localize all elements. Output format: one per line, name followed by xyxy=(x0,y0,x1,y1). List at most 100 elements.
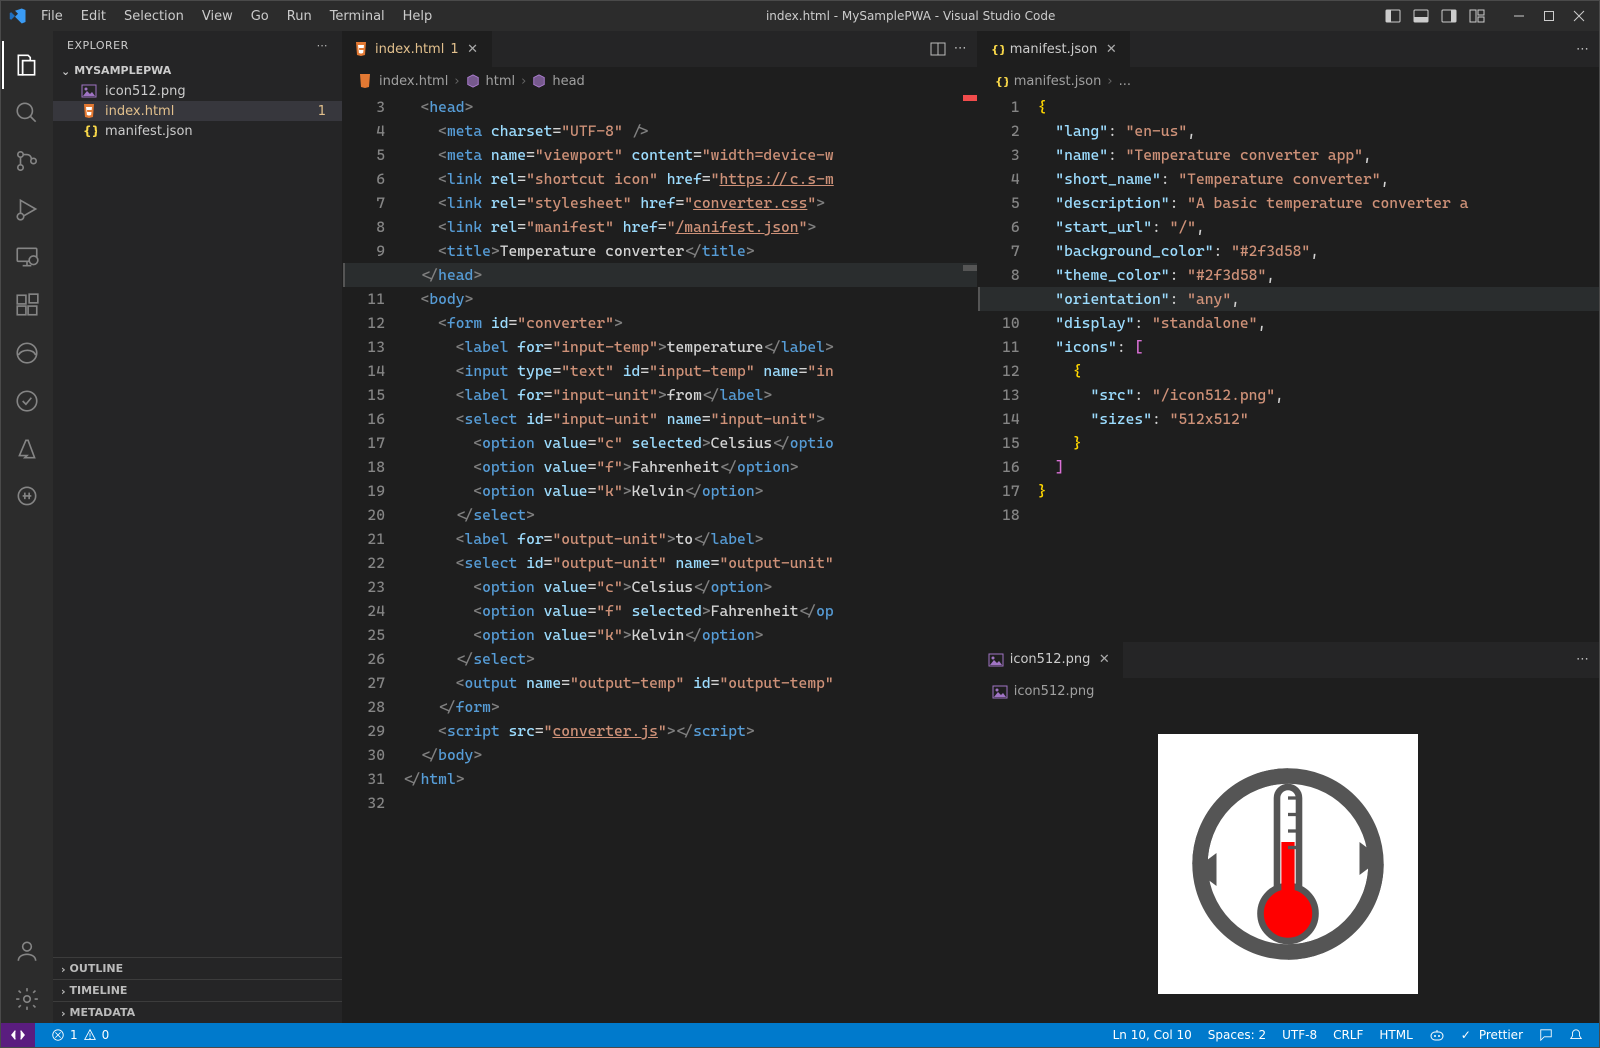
symbol-field-icon xyxy=(466,74,480,88)
close-tab-icon[interactable]: ✕ xyxy=(1103,41,1119,57)
json-file-icon: {} xyxy=(988,41,1004,57)
icon512-image xyxy=(1158,734,1418,994)
eol[interactable]: CRLF xyxy=(1325,1028,1371,1042)
tab-index-html[interactable]: index.html 1 ✕ xyxy=(343,31,492,67)
chevron-down-icon: ⌄ xyxy=(61,65,70,78)
settings-gear-icon[interactable] xyxy=(3,975,51,1023)
menu-selection[interactable]: Selection xyxy=(116,5,192,28)
tab-label: manifest.json xyxy=(1010,42,1098,57)
window-controls xyxy=(1507,4,1591,28)
accounts-icon[interactable] xyxy=(3,927,51,975)
menu-terminal[interactable]: Terminal xyxy=(322,5,393,28)
tab-badge: 1 xyxy=(450,42,458,57)
search-icon[interactable] xyxy=(3,89,51,137)
menu-go[interactable]: Go xyxy=(243,5,277,28)
editor-group-2: {} manifest.json ✕ ⋯ {} manifest.json › … xyxy=(978,31,1599,1023)
file-tree: icon512.pngindex.html1{}manifest.json xyxy=(53,81,342,957)
chevron-right-icon: › xyxy=(61,1007,66,1020)
breadcrumb-1[interactable]: index.html › html › head xyxy=(343,67,977,95)
breadcrumb-3[interactable]: icon512.png xyxy=(978,678,1599,706)
remote-indicator[interactable] xyxy=(1,1023,35,1047)
feedback-icon[interactable] xyxy=(1531,1028,1561,1042)
azure-icon[interactable] xyxy=(3,425,51,473)
explorer-more-icon[interactable]: ⋯ xyxy=(317,39,329,52)
explorer-title: EXPLORER xyxy=(67,39,129,52)
folder-header[interactable]: ⌄ MYSAMPLEPWA xyxy=(53,60,342,81)
svg-text:{}: {} xyxy=(995,75,1008,88)
section-timeline[interactable]: › TIMELINE xyxy=(53,979,342,1001)
image-file-icon xyxy=(992,684,1008,700)
language-mode[interactable]: HTML xyxy=(1371,1028,1420,1042)
editor-group-1: index.html 1 ✕ ⋯ index.html › html xyxy=(343,31,978,1023)
chevron-right-icon: › xyxy=(61,963,66,976)
chevron-right-icon: › xyxy=(454,74,459,89)
minimize-button[interactable] xyxy=(1507,4,1531,28)
maximize-button[interactable] xyxy=(1537,4,1561,28)
menu-run[interactable]: Run xyxy=(279,5,320,28)
tab-bar-3: icon512.png ✕ ⋯ xyxy=(978,642,1599,678)
menu-edit[interactable]: Edit xyxy=(73,5,114,28)
chevron-right-icon: › xyxy=(521,74,526,89)
encoding[interactable]: UTF-8 xyxy=(1274,1028,1325,1042)
layout-custom-icon[interactable] xyxy=(1465,4,1489,28)
tab-label: index.html xyxy=(375,42,444,57)
tab-bar-2: {} manifest.json ✕ ⋯ xyxy=(978,31,1599,67)
prettier-status[interactable]: ✓Prettier xyxy=(1453,1028,1531,1042)
close-tab-icon[interactable]: ✕ xyxy=(465,41,481,57)
code-editor-1[interactable]: 3456789101112131415161718192021222324252… xyxy=(343,95,977,1023)
split-editor-icon[interactable] xyxy=(930,41,946,57)
menu-view[interactable]: View xyxy=(194,5,241,28)
file-icon512-png[interactable]: icon512.png xyxy=(53,81,342,101)
source-control-icon[interactable] xyxy=(3,137,51,185)
svg-text:{}: {} xyxy=(991,43,1004,56)
tab-icon512[interactable]: icon512.png ✕ xyxy=(978,642,1124,678)
testing-icon[interactable] xyxy=(3,377,51,425)
close-button[interactable] xyxy=(1567,4,1591,28)
editor-more-icon[interactable]: ⋯ xyxy=(1576,652,1589,667)
menu-help[interactable]: Help xyxy=(395,5,441,28)
vscode-logo-icon xyxy=(9,7,27,25)
explorer-icon[interactable] xyxy=(2,41,50,89)
section-metadata[interactable]: › METADATA xyxy=(53,1001,342,1023)
html-file-icon xyxy=(353,41,369,57)
cursor-position[interactable]: Ln 10, Col 10 xyxy=(1105,1028,1200,1042)
breadcrumb-2[interactable]: {} manifest.json › ... xyxy=(978,67,1599,95)
file-index-html[interactable]: index.html1 xyxy=(53,101,342,121)
file-manifest-json[interactable]: {}manifest.json xyxy=(53,121,342,141)
layout-left-icon[interactable] xyxy=(1381,4,1405,28)
explorer-sidebar: EXPLORER ⋯ ⌄ MYSAMPLEPWA icon512.pnginde… xyxy=(53,31,343,1023)
menu-bar: FileEditSelectionViewGoRunTerminalHelp xyxy=(33,5,440,28)
svg-text:{}: {} xyxy=(83,124,97,138)
html-file-icon xyxy=(357,73,373,89)
layout-right-icon[interactable] xyxy=(1437,4,1461,28)
symbol-field-icon xyxy=(532,74,546,88)
indentation[interactable]: Spaces: 2 xyxy=(1200,1028,1274,1042)
notifications-icon[interactable] xyxy=(1561,1028,1591,1042)
run-debug-icon[interactable] xyxy=(3,185,51,233)
title-bar: FileEditSelectionViewGoRunTerminalHelp i… xyxy=(1,1,1599,31)
layout-bottom-icon[interactable] xyxy=(1409,4,1433,28)
chevron-right-icon: › xyxy=(61,985,66,998)
layout-controls xyxy=(1381,4,1489,28)
problems-indicator[interactable]: 1 0 xyxy=(43,1028,117,1042)
chat-icon[interactable] xyxy=(3,473,51,521)
editor-more-icon[interactable]: ⋯ xyxy=(1576,42,1589,57)
tab-bar-1: index.html 1 ✕ ⋯ xyxy=(343,31,977,67)
editor-more-icon[interactable]: ⋯ xyxy=(954,41,967,57)
edge-tools-icon[interactable] xyxy=(3,329,51,377)
extensions-icon[interactable] xyxy=(3,281,51,329)
tab-manifest-json[interactable]: {} manifest.json ✕ xyxy=(978,31,1131,67)
code-editor-2[interactable]: 123456789101112131415161718 { "lang": "e… xyxy=(978,95,1599,641)
copilot-status-icon[interactable] xyxy=(1421,1027,1453,1043)
remote-explorer-icon[interactable] xyxy=(3,233,51,281)
activity-bar xyxy=(1,31,53,1023)
close-tab-icon[interactable]: ✕ xyxy=(1096,652,1112,668)
chevron-right-icon: › xyxy=(1107,74,1112,89)
menu-file[interactable]: File xyxy=(33,5,71,28)
section-outline[interactable]: › OUTLINE xyxy=(53,957,342,979)
warning-icon xyxy=(83,1028,97,1042)
image-file-icon xyxy=(988,652,1004,668)
json-file-icon: {} xyxy=(992,73,1008,89)
error-icon xyxy=(51,1028,65,1042)
image-preview[interactable] xyxy=(978,706,1599,1023)
